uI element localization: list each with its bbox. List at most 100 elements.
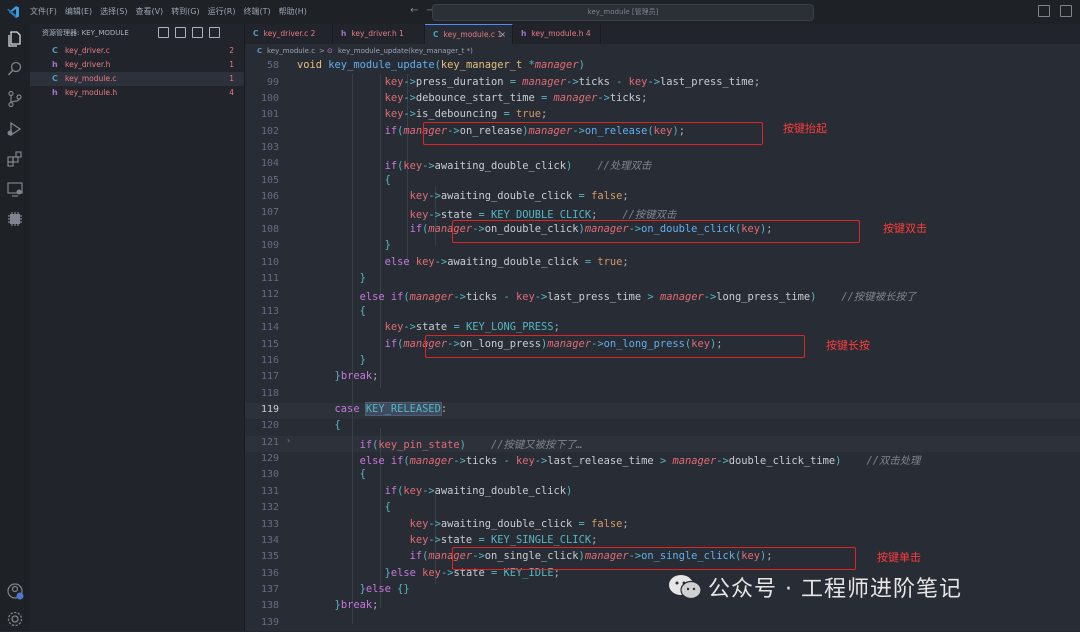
line-number: 130 <box>260 469 279 480</box>
line-number: 100 <box>260 93 279 104</box>
menu-bar: 文件(F) 编辑(E) 选择(S) 查看(V) 转到(G) 运行(R) 终端(T… <box>26 0 311 24</box>
sidebar-file-item[interactable]: h key_driver.h 1 <box>30 58 244 72</box>
activity-bar <box>0 24 30 631</box>
tab-label: key_driver.c 2 <box>263 29 316 38</box>
fold-chevron-icon[interactable]: › <box>287 436 290 445</box>
line-number: 115 <box>260 339 279 350</box>
menu-run[interactable]: 运行(R) <box>204 0 240 24</box>
c-file-icon: C <box>257 47 263 55</box>
account-icon[interactable] <box>6 582 24 600</box>
toggle-panel-icon[interactable] <box>1060 5 1072 17</box>
title-bar: 文件(F) 编辑(E) 选择(S) 查看(V) 转到(G) 运行(R) 终端(T… <box>0 0 1080 25</box>
editor-tabs: Ckey_driver.c 2 h key_driver.h 1 Ckey_modul… <box>245 24 1080 44</box>
new-file-icon[interactable] <box>158 27 169 38</box>
toggle-sidebar-icon[interactable] <box>1038 5 1050 17</box>
code-line: }break; <box>334 370 379 382</box>
chip-extension-icon[interactable] <box>6 210 24 228</box>
new-folder-icon[interactable] <box>175 27 186 38</box>
vscode-logo-icon <box>7 6 19 18</box>
breadcrumb-symbol[interactable]: key_module_update(key_manager_t *) <box>338 44 473 58</box>
header-file-icon: h <box>52 60 58 69</box>
line-number: 102 <box>260 126 279 137</box>
code-line: { <box>384 174 391 186</box>
code-line: void key_module_update(key_manager_t *ma… <box>297 59 585 71</box>
code-editor[interactable]: 58 99 100 101 102 103 104 105 106 107 108 109 110 111… <box>245 58 1080 631</box>
code-line: } <box>359 272 366 284</box>
line-number: 113 <box>260 306 279 317</box>
code-line: if(key->awaiting_double_click) <box>384 485 573 497</box>
code-line: key->awaiting_double_click = false; <box>409 190 629 202</box>
line-number: 101 <box>260 109 279 120</box>
code-line: key->is_debouncing = true; <box>384 108 548 120</box>
annotation-long-press: 按键长按 <box>826 339 870 352</box>
editor-tab[interactable]: h key_driver.h 1 <box>333 24 425 44</box>
code-line: else if(manager->ticks - key->last_press… <box>359 291 917 303</box>
line-number: 106 <box>260 191 279 202</box>
settings-gear-icon[interactable] <box>6 610 24 628</box>
editor-tab[interactable]: Ckey_module.c 1 × <box>425 24 513 44</box>
explorer-icon[interactable] <box>6 30 24 48</box>
line-number: 132 <box>260 502 279 513</box>
editor-tab[interactable]: Ckey_driver.c 2 <box>245 24 333 44</box>
menu-file[interactable]: 文件(F) <box>26 0 61 24</box>
command-center-label: key_module [管理员] <box>587 8 659 16</box>
refresh-icon[interactable] <box>192 27 203 38</box>
code-line: if(key_pin_state) //按键又被按下了… <box>359 439 583 451</box>
c-file-icon: C <box>433 30 439 39</box>
breadcrumb-file[interactable]: key_module.c <box>267 44 315 58</box>
c-file-icon: C <box>52 74 58 83</box>
problem-count-badge: 1 <box>229 60 234 69</box>
code-line: if(key->awaiting_double_click) //处理双击 <box>384 160 652 172</box>
code-line: else if(manager->ticks - key->last_relea… <box>359 455 921 467</box>
sidebar-file-item[interactable]: Ckey_driver.c 2 <box>30 44 244 58</box>
menu-selection[interactable]: 选择(S) <box>96 0 131 24</box>
sidebar-file-item[interactable]: h key_module.h 4 <box>30 86 244 100</box>
code-line: { <box>359 468 366 480</box>
sidebar-file-item[interactable]: Ckey_module.c 1 <box>30 72 244 86</box>
line-number: 99 <box>266 77 279 88</box>
editor-tab[interactable]: h key_module.h 4 <box>513 24 601 44</box>
line-number: 58 <box>266 60 279 71</box>
menu-terminal[interactable]: 终端(T) <box>239 0 274 24</box>
line-number: 104 <box>260 158 279 169</box>
line-number: 118 <box>260 388 279 399</box>
menu-go[interactable]: 转到(G) <box>167 0 203 24</box>
menu-edit[interactable]: 编辑(E) <box>61 0 96 24</box>
layout-controls <box>1038 5 1072 17</box>
extensions-icon[interactable] <box>6 150 24 168</box>
close-tab-icon[interactable]: × <box>499 25 506 45</box>
menu-view[interactable]: 查看(V) <box>131 0 167 24</box>
explorer-actions <box>158 27 220 38</box>
line-number: 103 <box>260 142 279 153</box>
remote-explorer-icon[interactable] <box>6 180 24 198</box>
source-control-icon[interactable] <box>6 90 24 108</box>
run-debug-icon[interactable] <box>6 120 24 138</box>
line-number: 109 <box>260 240 279 251</box>
line-number: 112 <box>260 289 279 300</box>
search-icon[interactable] <box>6 60 24 78</box>
collapse-all-icon[interactable] <box>209 27 220 38</box>
code-line: key->state = KEY_LONG_PRESS; <box>384 321 560 333</box>
explorer-header: 资源管理器: KEY_MODULE <box>42 29 129 37</box>
problem-count-badge: 2 <box>229 46 234 55</box>
watermark: 公众号 · 工程师进阶笔记 <box>668 568 962 606</box>
problem-count-badge: 4 <box>229 88 234 97</box>
breadcrumb-separator: > <box>319 47 325 55</box>
sidebar-file-name: key_module.c <box>65 74 117 83</box>
wechat-logo-icon <box>669 575 702 600</box>
line-number: 107 <box>260 207 279 218</box>
line-number: 136 <box>260 568 279 579</box>
code-line: else key->awaiting_double_click = true; <box>384 256 629 268</box>
single-click-callback-highlight <box>452 547 856 570</box>
line-number: 121 <box>260 437 279 448</box>
code-line: case KEY_RELEASED: <box>334 402 448 416</box>
header-file-icon: h <box>52 88 58 97</box>
menu-help[interactable]: 帮助(H) <box>275 0 311 24</box>
command-center[interactable]: key_module [管理员] <box>432 4 814 21</box>
code-line: } <box>359 354 366 366</box>
code-line: { <box>384 501 391 513</box>
back-arrow-icon[interactable]: ← <box>410 5 418 16</box>
line-number: 105 <box>260 175 279 186</box>
line-number: 129 <box>260 453 279 464</box>
code-line: key->debounce_start_time = manager->tick… <box>384 92 648 104</box>
